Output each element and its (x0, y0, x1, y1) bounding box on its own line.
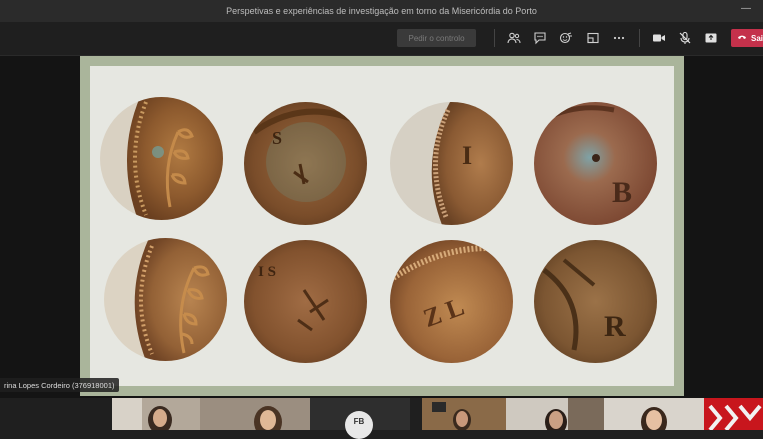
phone-icon (737, 33, 747, 43)
rooms-icon[interactable] (585, 30, 601, 46)
coin-letter: B (612, 176, 632, 209)
coin-photo-3: I (390, 102, 513, 225)
coin-letter: I S (258, 264, 276, 280)
leave-button[interactable]: Sair (731, 29, 763, 47)
more-icon[interactable] (611, 30, 627, 46)
participant-tile[interactable] (422, 398, 506, 430)
coin-photo-2: S (244, 102, 367, 225)
coin-photo-1 (100, 97, 223, 220)
participant-tile[interactable] (604, 398, 704, 430)
coin-letter: R (604, 310, 626, 343)
share-screen-icon[interactable] (703, 30, 719, 46)
presenter-name-label: rina Lopes Cordeiro (376918001) (0, 378, 119, 392)
reactions-icon[interactable] (558, 30, 574, 46)
coin-photo-7: Z L (390, 240, 513, 363)
participant-tile[interactable] (200, 398, 310, 430)
coin-photo-6: I S (244, 240, 367, 363)
camera-icon[interactable] (651, 30, 667, 46)
participant-tile[interactable] (704, 398, 763, 430)
coin-letter: I (462, 141, 472, 170)
coin-photo-8: R (534, 240, 657, 363)
window-title: Perspetivas e experiências de investigaç… (226, 6, 537, 16)
coin-photo-4: B (534, 102, 657, 225)
chat-icon[interactable] (532, 30, 548, 46)
coin-photo-5 (104, 238, 227, 361)
coin-letter: S (272, 128, 282, 148)
participants-icon[interactable] (506, 30, 522, 46)
mic-off-icon[interactable] (677, 30, 693, 46)
request-control-button[interactable]: Pedir o controlo (397, 29, 476, 47)
toolbar-separator (494, 29, 495, 47)
participant-avatar[interactable]: FB (345, 411, 373, 439)
meeting-toolbar (0, 22, 763, 56)
minimize-button[interactable]: — (741, 3, 751, 14)
participant-tile[interactable] (506, 398, 604, 430)
participant-tile[interactable] (112, 398, 200, 430)
toolbar-separator (639, 29, 640, 47)
leave-label: Sair (751, 33, 763, 43)
title-bar: Perspetivas e experiências de investigaç… (0, 0, 763, 22)
